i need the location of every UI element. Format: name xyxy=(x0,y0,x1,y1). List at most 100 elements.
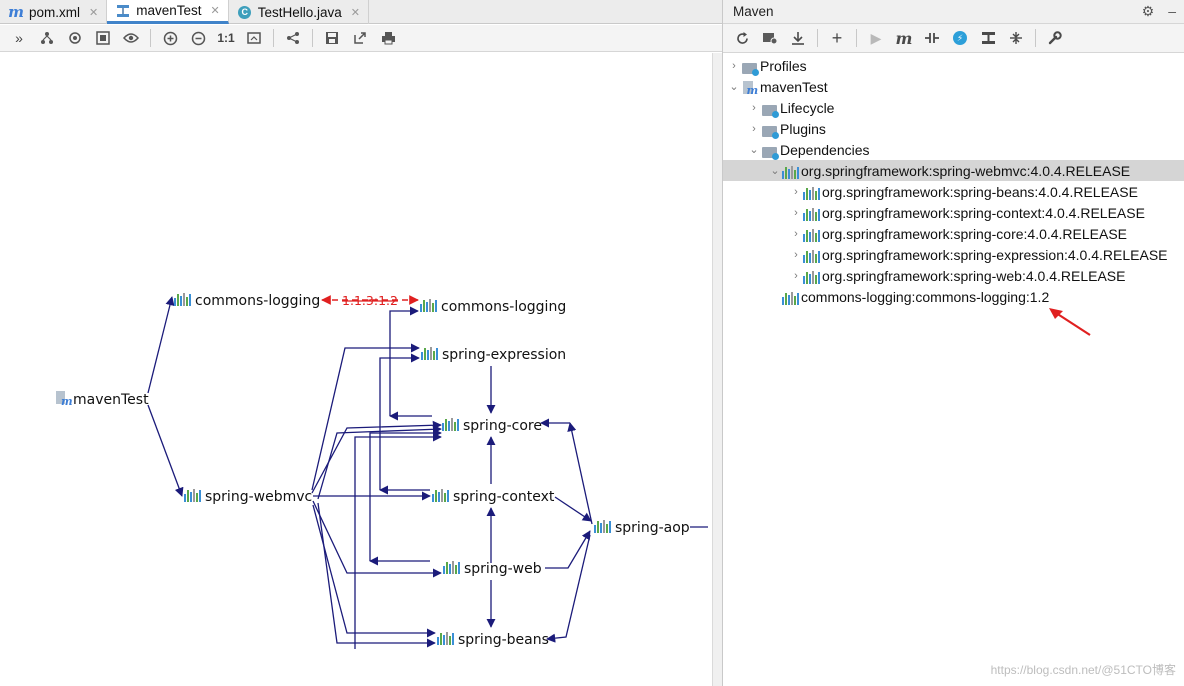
tree-item[interactable]: ⌄ Dependencies xyxy=(723,139,1184,160)
chevron-right-icon[interactable]: › xyxy=(747,123,761,135)
library-icon xyxy=(190,492,192,502)
dependency-edge xyxy=(311,420,442,494)
graph-node-label: spring-context xyxy=(453,489,555,505)
library-icon xyxy=(187,490,189,502)
tab-testhello-java[interactable]: C TestHello.java ✕ xyxy=(229,0,369,24)
tree-item[interactable]: › org.springframework:spring-context:4.0.… xyxy=(723,202,1184,223)
execute-goal-icon[interactable]: m xyxy=(891,27,917,49)
download-icon[interactable] xyxy=(785,27,811,49)
tree-item[interactable]: › Profiles xyxy=(723,55,1184,76)
tree-item[interactable]: commons-logging:commons-logging:1.2 xyxy=(723,286,1184,307)
show-eye-icon[interactable] xyxy=(118,27,144,49)
dependencies-folder-icon xyxy=(761,142,779,160)
maven-tool-window: Maven ⚙ – + ▶ m ⚡ › Profiles ⌄ m mavenTe… xyxy=(722,0,1184,686)
chevron-right-icon[interactable]: › xyxy=(727,60,741,72)
close-icon[interactable]: ✕ xyxy=(351,6,360,19)
diagram-editor: m pom.xml ✕ mavenTest ✕ C TestHello.java… xyxy=(0,0,722,686)
library-icon xyxy=(433,351,435,360)
library-icon xyxy=(451,418,453,431)
skip-tests-icon[interactable]: ⚡ xyxy=(947,27,973,49)
close-icon[interactable]: ✕ xyxy=(211,4,220,17)
tree-item[interactable]: › Plugins xyxy=(723,118,1184,139)
zoom-in-icon[interactable] xyxy=(157,27,183,49)
graph-node-context[interactable]: spring-context xyxy=(432,489,555,505)
chevron-right-icon[interactable]: › xyxy=(789,207,803,219)
chevron-down-icon[interactable]: ⌄ xyxy=(768,164,782,177)
library-icon xyxy=(452,633,454,645)
chevron-right-icon[interactable]: › xyxy=(789,186,803,198)
library-icon xyxy=(446,632,448,645)
tree-item[interactable]: › org.springframework:spring-beans:4.0.4.… xyxy=(723,181,1184,202)
chevron-right-icon[interactable]: › xyxy=(789,228,803,240)
toolbar-separator xyxy=(817,29,818,47)
graph-node-beans[interactable]: spring-beans xyxy=(437,632,549,648)
fit-content-icon[interactable] xyxy=(90,27,116,49)
actual-size-button[interactable]: 1:1 xyxy=(213,27,239,49)
vertical-scrollbar[interactable] xyxy=(712,53,722,686)
run-icon[interactable]: ▶ xyxy=(863,27,889,49)
library-icon xyxy=(183,293,185,306)
tab-maventest[interactable]: mavenTest ✕ xyxy=(107,0,229,24)
library-icon xyxy=(426,302,428,312)
gear-icon[interactable]: ⚙ xyxy=(1142,3,1155,20)
library-icon xyxy=(452,561,454,574)
graph-node-expression[interactable]: spring-expression xyxy=(421,347,566,363)
chevron-down-icon[interactable]: ⌄ xyxy=(727,80,741,93)
graph-node-label: spring-web xyxy=(464,561,542,577)
wrench-icon[interactable] xyxy=(1042,27,1068,49)
conflict-label: 1.1.3:1.2 xyxy=(342,293,398,308)
graph-node-aop[interactable]: spring-aop xyxy=(594,520,690,536)
maven-m-icon: m xyxy=(8,3,24,21)
zoom-out-icon[interactable] xyxy=(185,27,211,49)
library-icon xyxy=(435,300,437,312)
chevron-right-icon[interactable]: › xyxy=(747,102,761,114)
library-icon xyxy=(445,419,447,431)
print-icon[interactable] xyxy=(375,27,401,49)
maven-project-icon: m xyxy=(741,79,758,97)
focus-icon[interactable] xyxy=(62,27,88,49)
reload-icon[interactable] xyxy=(729,27,755,49)
library-icon xyxy=(435,490,437,502)
dependency-graph[interactable]: 1.1.3:1.2 m mavenTest commons-logging commo… xyxy=(0,53,712,686)
graph-node-core[interactable]: spring-core xyxy=(442,418,542,434)
chevron-down-icon[interactable]: ⌄ xyxy=(747,143,761,156)
export-icon[interactable] xyxy=(347,27,373,49)
generate-sources-icon[interactable] xyxy=(757,27,783,49)
chevron-right-icon[interactable]: › xyxy=(789,249,803,261)
tree-item[interactable]: › org.springframework:spring-expression:4… xyxy=(723,244,1184,265)
minimize-icon[interactable]: – xyxy=(1168,3,1176,20)
tree-item[interactable]: › org.springframework:spring-core:4.0.4.R… xyxy=(723,223,1184,244)
graph-node-cl-outer[interactable]: commons-logging xyxy=(174,293,320,309)
graph-node-webmvc[interactable]: spring-webmvc xyxy=(184,489,312,505)
graph-node-web[interactable]: spring-web xyxy=(443,561,542,577)
library-icon xyxy=(454,422,456,431)
save-icon[interactable] xyxy=(319,27,345,49)
dependency-edge xyxy=(379,353,420,490)
tree-item[interactable]: ⌄ org.springframework:spring-webmvc:4.0.4… xyxy=(723,160,1184,181)
close-icon[interactable]: ✕ xyxy=(89,6,98,19)
library-icon xyxy=(421,352,423,360)
tree-item[interactable]: ⌄ m mavenTest xyxy=(723,76,1184,97)
hierarchic-layout-icon[interactable] xyxy=(34,27,60,49)
show-dependencies-icon[interactable] xyxy=(975,27,1001,49)
tree-item[interactable]: › org.springframework:spring-web:4.0.4.RE… xyxy=(723,265,1184,286)
tree-item-label: Profiles xyxy=(760,57,807,74)
tree-item-label: Lifecycle xyxy=(780,99,835,116)
library-icon xyxy=(803,205,820,221)
tree-item[interactable]: › Lifecycle xyxy=(723,97,1184,118)
graph-node-root[interactable]: m mavenTest xyxy=(56,391,149,408)
graph-node-label: commons-logging xyxy=(441,299,566,315)
add-icon[interactable]: + xyxy=(824,27,850,49)
tab-pom-xml[interactable]: m pom.xml ✕ xyxy=(0,0,108,24)
collapse-all-icon[interactable] xyxy=(1003,27,1029,49)
toolbar-separator xyxy=(150,29,151,47)
show-conflicts-icon[interactable]: » xyxy=(6,27,32,49)
library-icon xyxy=(184,494,186,502)
chevron-right-icon[interactable]: › xyxy=(789,270,803,282)
graph-node-cl-inner[interactable]: commons-logging xyxy=(420,299,566,315)
toggle-offline-icon[interactable] xyxy=(919,27,945,49)
share-icon[interactable] xyxy=(280,27,306,49)
library-icon xyxy=(448,421,450,431)
library-icon xyxy=(436,348,438,360)
fit-page-icon[interactable] xyxy=(241,27,267,49)
